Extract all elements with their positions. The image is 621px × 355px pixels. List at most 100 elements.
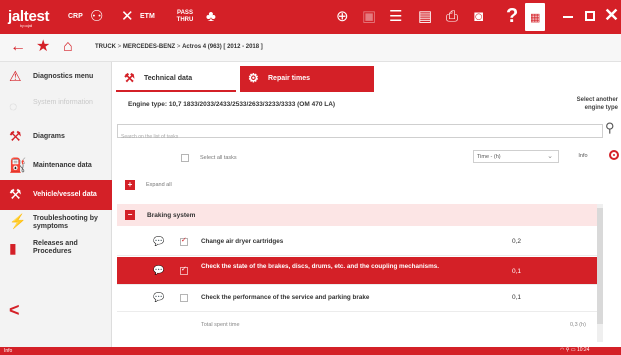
repair-times-table: − Braking system 💬 Change air dryer cart…	[117, 204, 597, 344]
tab-label: Repair times	[268, 75, 311, 82]
star-icon[interactable]: ★	[36, 39, 50, 55]
warning-icon: ⚠	[9, 68, 22, 84]
sidebar-item-diagnostics[interactable]: ⚠ Diagnostics menu	[0, 62, 112, 92]
breadcrumb: TRUCK > MERCEDES-BENZ > Actros 4 (963) […	[95, 44, 263, 50]
navigation-bar: ← ★ ⌂ TRUCK > MERCEDES-BENZ > Actros 4 (…	[0, 34, 621, 62]
info-icon: ◌	[9, 98, 18, 114]
section-title: Braking system	[147, 212, 196, 219]
sidebar: ⚠ Diagnostics menu ◌ System information …	[0, 62, 112, 347]
select-engine-button[interactable]: Select another engine type	[562, 96, 618, 112]
total-label: Total spent time	[201, 322, 240, 328]
task-row[interactable]: 💬 Change air dryer cartridges 0,2	[117, 228, 597, 256]
sidebar-item-label: Troubleshooting by symptoms	[33, 215, 98, 230]
engine-type-value: 10,7 1833/2033/2433/2533/2633/3233/3333 …	[168, 101, 336, 108]
wrench-screwdriver-icon: ⚒	[9, 186, 22, 202]
troubleshooting-icon: ⚡	[9, 213, 27, 229]
home-icon[interactable]: ⌂	[63, 39, 73, 55]
close-button[interactable]: ✕	[604, 5, 619, 25]
info-button[interactable]: Info	[568, 150, 598, 163]
printer-icon[interactable]: ⎙	[446, 9, 458, 24]
sidebar-item-label: System information	[33, 99, 93, 106]
breadcrumb-separator: >	[117, 44, 122, 50]
pass-thru-button[interactable]: PASS THRU	[174, 10, 196, 24]
search-input[interactable]	[118, 131, 602, 143]
app-logo: jaltest by cojali	[8, 8, 50, 28]
engine-type-label: Engine type:	[128, 101, 168, 108]
task-time: 0,2	[512, 238, 522, 245]
tab-technical-data[interactable]: ⚒ Technical data	[116, 66, 236, 92]
task-time: 0,1	[512, 268, 522, 275]
collapse-sidebar-button[interactable]: <	[9, 300, 20, 321]
task-checkbox[interactable]	[180, 294, 188, 302]
sidebar-item-label: Diagnostics menu	[33, 73, 94, 80]
expand-all-label: Expand all	[146, 182, 172, 188]
task-label: Check the state of the brakes, discs, dr…	[201, 263, 439, 270]
section-braking-system[interactable]: − Braking system	[117, 204, 597, 226]
plus-icon[interactable]: +	[125, 180, 135, 190]
list-icon[interactable]: ☰	[389, 9, 402, 24]
comment-icon[interactable]: 💬	[153, 293, 164, 302]
scrollbar-thumb[interactable]	[597, 208, 603, 324]
sidebar-item-troubleshooting[interactable]: ⚡ Troubleshooting by symptoms	[0, 207, 112, 237]
engine-type: Engine type: 10,7 1833/2033/2433/2533/26…	[128, 101, 335, 108]
sidebar-item-vehicle-data[interactable]: ⚒ Vehicle/vessel data	[0, 180, 112, 210]
wrench-icon: ⚒	[124, 71, 135, 85]
maximize-button[interactable]	[585, 11, 595, 21]
network-icon[interactable]: ✕	[121, 9, 134, 24]
total-row: Total spent time 0,3 (h)	[117, 310, 597, 338]
total-value: 0,3 (h)	[570, 322, 586, 328]
task-row[interactable]: 💬 Check the state of the brakes, discs, …	[117, 257, 597, 285]
sidebar-item-system-information: ◌ System information	[0, 92, 112, 122]
sidebar-item-maintenance[interactable]: ⛽ Maintenance data	[0, 151, 112, 181]
select-all-checkbox[interactable]	[181, 154, 189, 162]
battery-icon: ▭	[570, 347, 576, 353]
chevron-down-icon: ⌄	[547, 153, 553, 160]
print-queue-icon[interactable]: ▤	[418, 9, 432, 24]
breadcrumb-model[interactable]: Actros 4 (963) [ 2012 - 2018 ]	[182, 44, 263, 50]
wifi-icon: ◠	[560, 347, 565, 353]
oil-can-icon: ⛽	[9, 157, 27, 173]
sidebar-item-releases[interactable]: ▮ Releases and Procedures	[0, 234, 112, 264]
back-arrow-icon[interactable]: ←	[10, 39, 26, 55]
help-button[interactable]: ?	[506, 6, 518, 26]
time-unit-select[interactable]: Time - (h) ⌄	[473, 150, 559, 163]
crp-button[interactable]: CRP	[68, 13, 83, 20]
table-scrollbar[interactable]	[597, 204, 603, 342]
minimize-button[interactable]	[563, 16, 573, 18]
comment-icon[interactable]: 💬	[153, 266, 164, 275]
sidebar-item-label: Releases and Procedures	[33, 240, 78, 255]
task-search-field[interactable]	[117, 124, 603, 143]
document-icon: ▣	[362, 8, 377, 25]
technician-icon[interactable]: ♣	[206, 9, 216, 24]
minus-icon[interactable]: −	[125, 210, 135, 220]
etm-button[interactable]: ETM	[140, 13, 155, 20]
globe-icon[interactable]: ⊕	[336, 9, 349, 24]
breadcrumb-brand[interactable]: MERCEDES-BENZ	[123, 44, 175, 50]
sidebar-item-label: Vehicle/vessel data	[33, 191, 97, 198]
tab-repair-times[interactable]: ⚙ Repair times	[240, 66, 374, 92]
apps-grid-button[interactable]: ▦	[525, 3, 545, 31]
comment-icon[interactable]: 💬	[153, 237, 164, 246]
time-unit-value: Time - (h)	[477, 154, 501, 160]
task-checkbox[interactable]	[180, 265, 188, 275]
clock-gear-icon: ⚙	[248, 71, 259, 85]
target-icon[interactable]	[609, 150, 619, 160]
select-engine-line2: engine type	[584, 105, 618, 111]
search-icon[interactable]: ⚲	[605, 121, 615, 135]
book-icon: ▮	[9, 240, 17, 256]
search-icon: ⚲	[565, 347, 570, 353]
camera-icon[interactable]: ◙	[474, 9, 483, 24]
sidebar-item-label: Maintenance data	[33, 162, 92, 169]
breadcrumb-separator: >	[176, 44, 181, 50]
sidebar-item-label: Diagrams	[33, 133, 65, 140]
breadcrumb-vehicle-type[interactable]: TRUCK	[95, 44, 116, 50]
status-time: 10:24	[576, 347, 590, 353]
users-icon[interactable]: ⚇	[90, 9, 103, 24]
task-row[interactable]: 💬 Check the performance of the service a…	[117, 284, 597, 312]
task-checkbox[interactable]	[180, 236, 188, 246]
grid-icon: ▦	[530, 12, 541, 24]
sidebar-item-diagrams[interactable]: ⚒ Diagrams	[0, 122, 112, 152]
task-label: Change air dryer cartridges	[201, 238, 284, 245]
status-info: Info	[4, 348, 13, 354]
logo-subtitle: by cojali	[20, 23, 32, 28]
